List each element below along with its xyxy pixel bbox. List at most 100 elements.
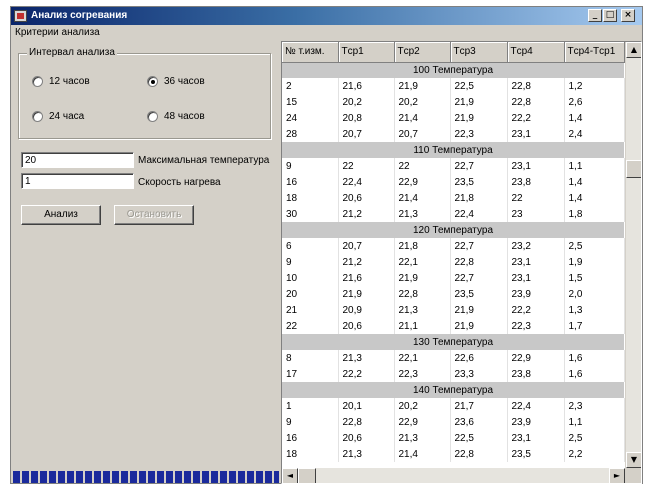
table-cell[interactable]: 21,9 [450,110,508,126]
table-cell[interactable]: 23,5 [450,174,508,190]
table-cell[interactable]: 21,3 [338,350,395,366]
table-row[interactable]: 18 21,3 21,4 22,8 23,5 2,2 [282,446,625,462]
table-row[interactable]: 8 21,3 22,1 22,6 22,9 1,6 [282,350,625,366]
table-cell[interactable]: 8 [282,350,339,366]
table-cell[interactable]: 20,6 [338,318,395,334]
table-cell[interactable]: 1,1 [564,414,625,430]
table-cell[interactable]: 21,6 [338,270,395,286]
table-cell[interactable]: 21,8 [450,190,508,206]
table-cell[interactable]: 21,9 [450,318,508,334]
table-cell[interactable]: 23 [507,206,565,222]
table-cell[interactable]: 23,1 [507,430,565,446]
table-cell[interactable]: 1,9 [564,254,625,270]
table-row[interactable]: 22 20,6 21,1 21,9 22,3 1,7 [282,318,625,334]
radio-12-hours[interactable] [32,76,43,87]
table-cell[interactable]: 20,8 [338,110,395,126]
table-row[interactable]: 16 22,4 22,9 23,5 23,8 1,4 [282,174,625,190]
table-row[interactable]: 21 20,9 21,3 21,9 22,2 1,3 [282,302,625,318]
table-cell[interactable]: 22,4 [338,174,395,190]
column-header[interactable]: Tср4 [507,42,565,63]
analyze-button[interactable]: Анализ [21,205,101,225]
table-cell[interactable]: 22,3 [507,318,565,334]
table-cell[interactable]: 22,5 [450,78,508,94]
table-cell[interactable]: 1,3 [564,302,625,318]
column-header[interactable]: Tср2 [394,42,451,63]
table-cell[interactable]: 20 [282,286,339,302]
table-cell[interactable]: 22,8 [394,286,451,302]
column-header[interactable]: Tср1 [338,42,395,63]
horizontal-scrollbar[interactable]: ◄ ► [282,468,625,483]
table-cell[interactable]: 21,4 [394,446,451,462]
table-cell[interactable]: 21,3 [338,446,395,462]
table-cell[interactable]: 22,3 [394,366,451,382]
table-cell[interactable]: 1,7 [564,318,625,334]
table-cell[interactable]: 21,2 [338,206,395,222]
table-row[interactable]: 9 21,2 22,1 22,8 23,1 1,9 [282,254,625,270]
table-row[interactable]: 28 20,7 20,7 22,3 23,1 2,4 [282,126,625,142]
table-cell[interactable]: 20,2 [394,94,451,110]
table-row[interactable]: 1 20,1 20,2 21,7 22,4 2,3 [282,398,625,414]
table-cell[interactable]: 21,9 [394,270,451,286]
table-row[interactable]: 18 20,6 21,4 21,8 22 1,4 [282,190,625,206]
table-cell[interactable]: 21,3 [394,206,451,222]
table-cell[interactable]: 22,7 [450,238,508,254]
table-cell[interactable]: 22,8 [338,414,395,430]
radio-24-hours-label[interactable]: 24 часа [49,111,84,122]
table-cell[interactable]: 9 [282,158,339,174]
table-cell[interactable]: 20,9 [338,302,395,318]
table-cell[interactable]: 23,3 [450,366,508,382]
table-cell[interactable]: 22 [338,158,395,174]
table-cell[interactable]: 21,9 [450,302,508,318]
results-grid[interactable]: № т.изм. Tср1 Tср2 Tср3 Tср4 Tср4-Tср1 1… [281,41,642,484]
table-cell[interactable]: 21,7 [450,398,508,414]
table-cell[interactable]: 2,6 [564,94,625,110]
table-cell[interactable]: 28 [282,126,339,142]
table-cell[interactable]: 23,1 [507,158,565,174]
table-cell[interactable]: 2,5 [564,430,625,446]
table-cell[interactable]: 22 [394,158,451,174]
table-cell[interactable]: 23,1 [507,254,565,270]
minimize-button[interactable]: _ [588,9,602,22]
radio-48-hours[interactable] [147,111,158,122]
table-cell[interactable]: 1,2 [564,78,625,94]
table-cell[interactable]: 2,0 [564,286,625,302]
table-cell[interactable]: 22,8 [507,78,565,94]
horizontal-scroll-thumb[interactable] [298,468,316,483]
table-cell[interactable]: 2,4 [564,126,625,142]
table-cell[interactable]: 1,8 [564,206,625,222]
table-cell[interactable]: 21,4 [394,110,451,126]
table-cell[interactable]: 2,2 [564,446,625,462]
table-cell[interactable]: 18 [282,446,339,462]
table-cell[interactable]: 22,9 [394,414,451,430]
table-cell[interactable]: 21,9 [394,78,451,94]
radio-36-hours[interactable] [147,76,158,87]
table-cell[interactable]: 23,9 [507,286,565,302]
title-bar[interactable]: Анализ согревания _ □ × [11,7,642,25]
table-cell[interactable]: 21,9 [450,94,508,110]
table-cell[interactable]: 1,6 [564,350,625,366]
table-cell[interactable]: 9 [282,414,339,430]
table-cell[interactable]: 21,8 [394,238,451,254]
table-row[interactable]: 24 20,8 21,4 21,9 22,2 1,4 [282,110,625,126]
radio-12-hours-label[interactable]: 12 часов [49,76,90,87]
table-cell[interactable]: 22,7 [450,270,508,286]
table-cell[interactable]: 21,9 [338,286,395,302]
table-cell[interactable]: 17 [282,366,339,382]
table-cell[interactable]: 1 [282,398,339,414]
scroll-right-button[interactable]: ► [609,468,625,483]
table-cell[interactable]: 16 [282,174,339,190]
radio-24-hours[interactable] [32,111,43,122]
table-row[interactable]: 9 22,8 22,9 23,6 23,9 1,1 [282,414,625,430]
table-cell[interactable]: 21,2 [338,254,395,270]
table-cell[interactable]: 16 [282,430,339,446]
table-cell[interactable]: 22,1 [394,350,451,366]
table-cell[interactable]: 1,1 [564,158,625,174]
max-temperature-input[interactable] [21,152,134,168]
table-cell[interactable]: 22,1 [394,254,451,270]
menu-item-criteria[interactable]: Критерии анализа [15,27,100,38]
table-cell[interactable]: 20,2 [394,398,451,414]
table-cell[interactable]: 1,4 [564,174,625,190]
table-cell[interactable]: 20,2 [338,94,395,110]
table-cell[interactable]: 22,8 [450,446,508,462]
table-cell[interactable]: 2,5 [564,238,625,254]
